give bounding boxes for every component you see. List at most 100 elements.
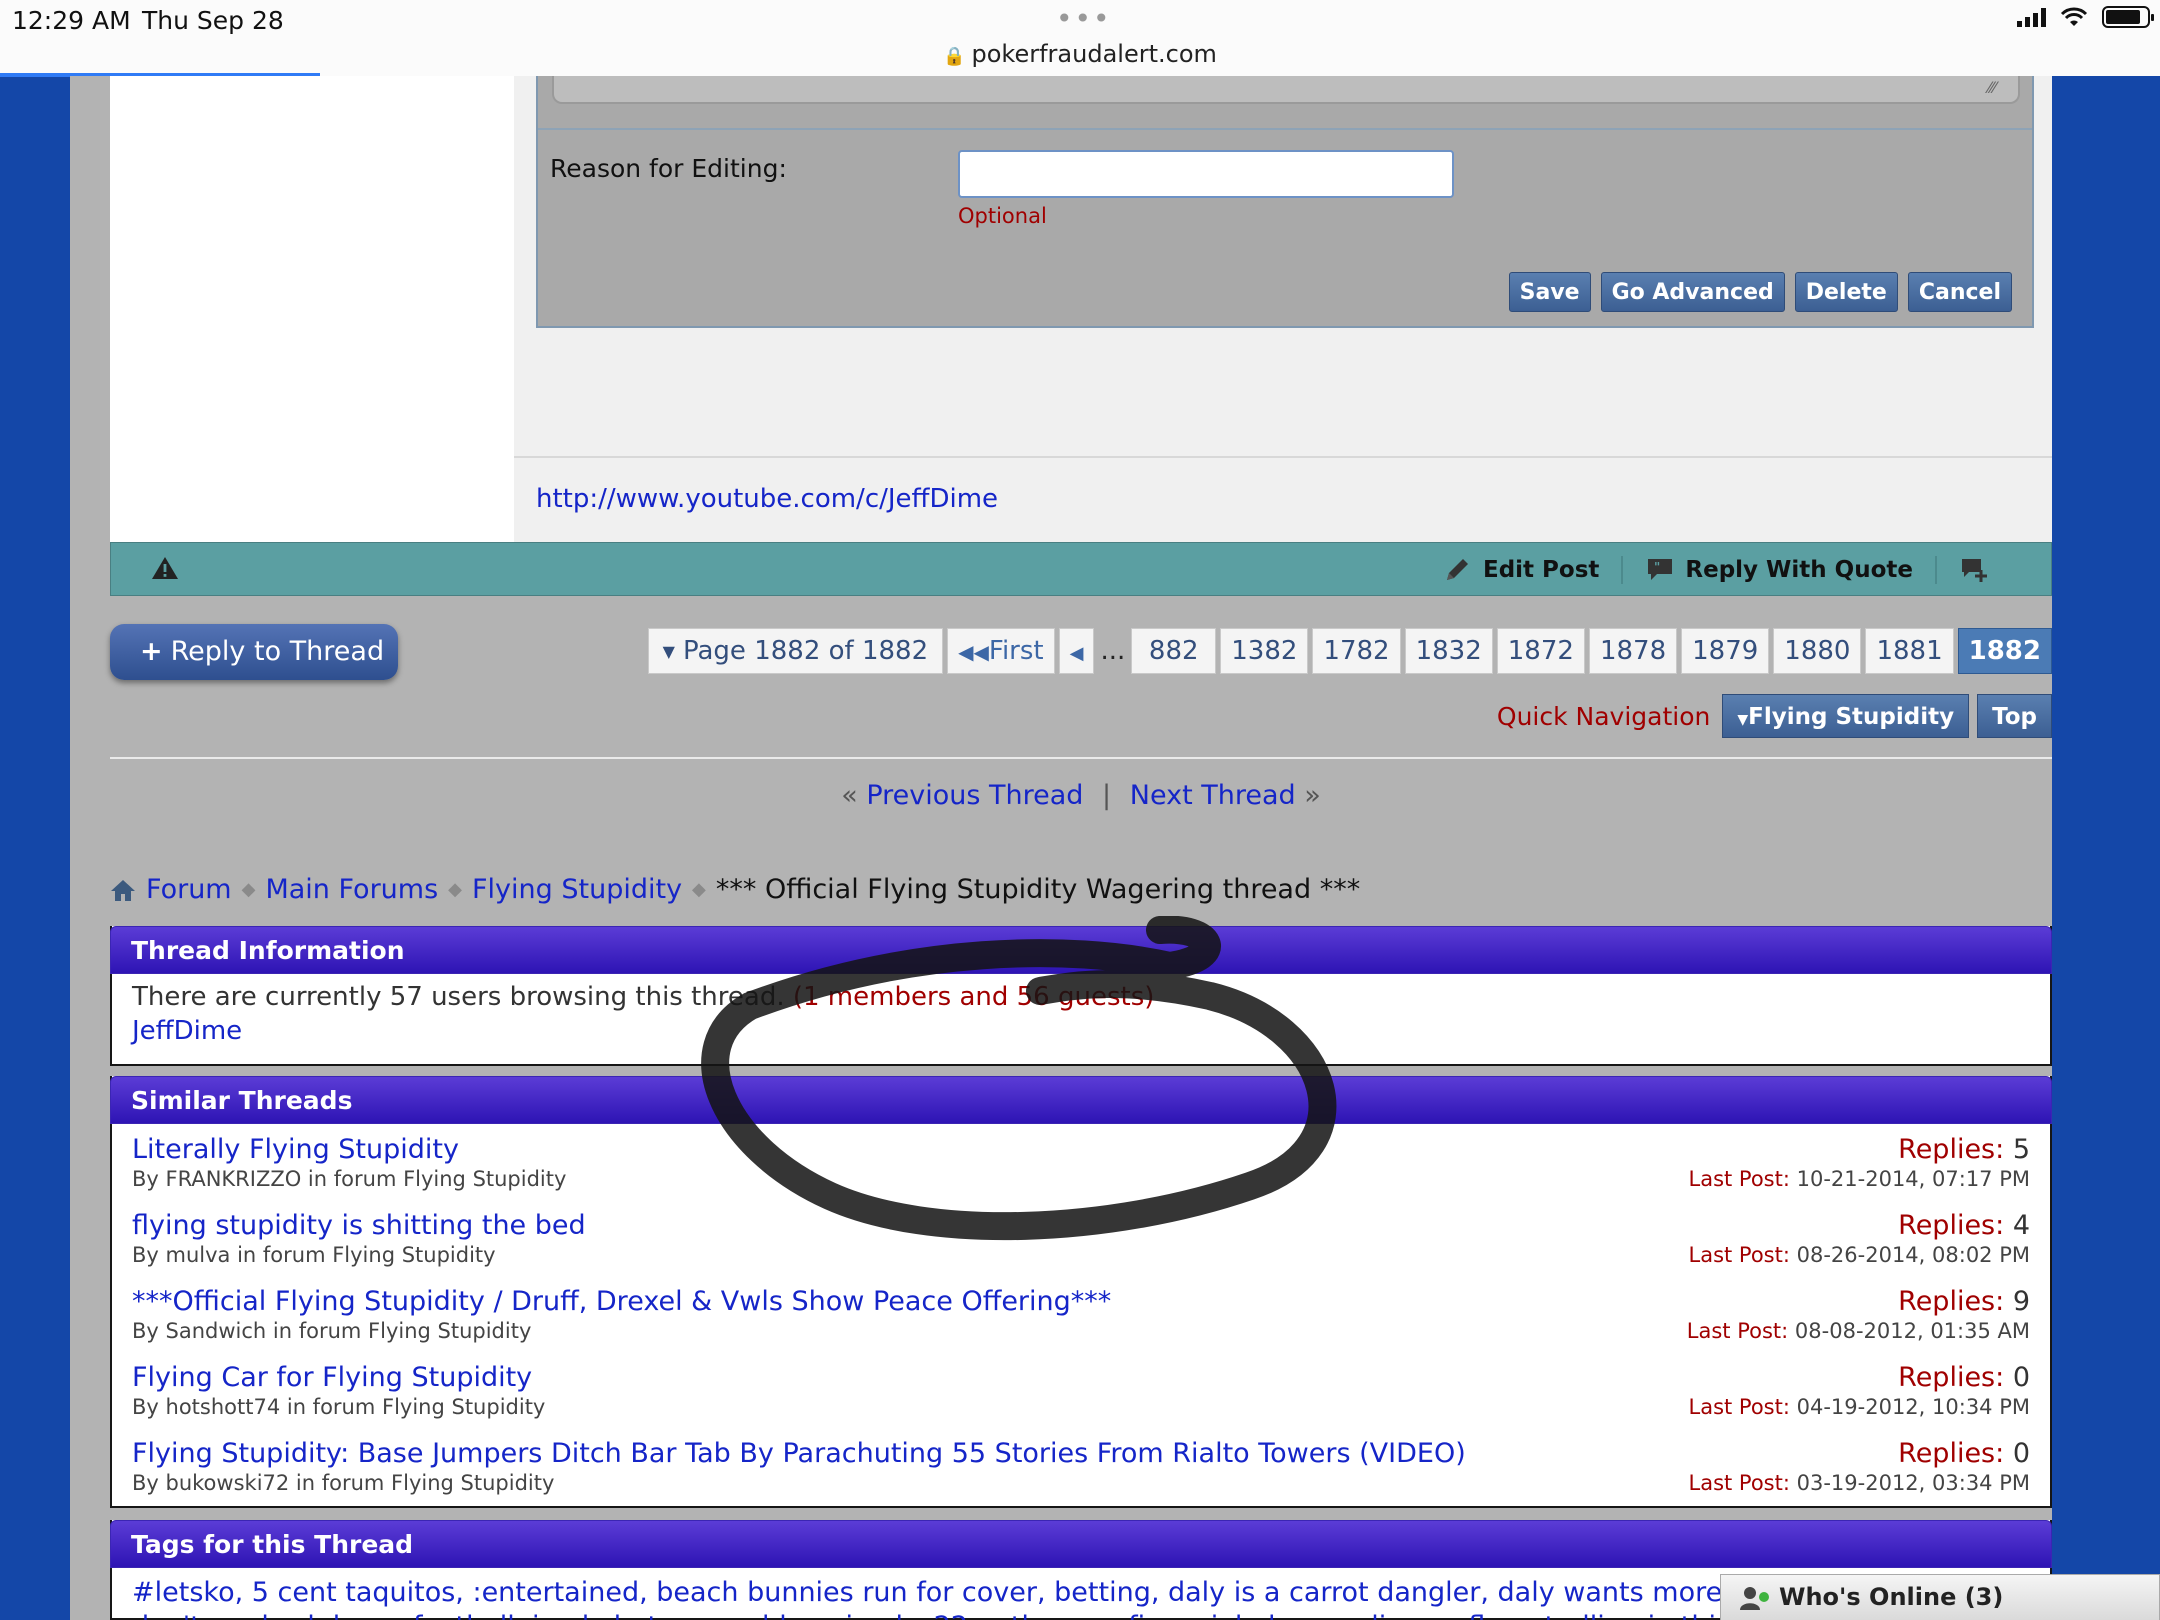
breadcrumb-separator-icon: ◆ xyxy=(448,879,463,900)
online-member-link[interactable]: JeffDime xyxy=(112,1012,2050,1046)
page-jump-dropdown[interactable]: ▼ Page 1882 of 1882 xyxy=(647,628,944,674)
status-bar: 12:29 AM Thu Sep 28 ••• 🔒 pokerfraudalert… xyxy=(0,0,2160,77)
replies-value: 0 xyxy=(2012,1362,2030,1393)
status-date: Thu Sep 28 xyxy=(142,6,284,35)
next-thread-link[interactable]: Next Thread xyxy=(1130,780,1296,811)
page-count-label: Page 1882 of 1882 xyxy=(682,636,929,666)
last-post-label: Last Post: xyxy=(1688,1395,1790,1419)
page-link[interactable]: 1872 xyxy=(1496,628,1585,674)
page-link[interactable]: 1382 xyxy=(1220,628,1309,674)
similar-thread-row: ***Official Flying Stupidity / Druff, Dr… xyxy=(112,1276,2050,1352)
report-warning-icon[interactable] xyxy=(151,555,179,581)
go-advanced-button[interactable]: Go Advanced xyxy=(1600,272,1785,312)
last-post-value: 03-19-2012, 03:34 PM xyxy=(1796,1471,2030,1495)
reply-with-quote-button[interactable]: " Reply With Quote xyxy=(1621,556,1935,584)
top-button[interactable]: Top xyxy=(1977,694,2052,738)
browsing-info: There are currently 57 users browsing th… xyxy=(112,974,2050,1012)
breadcrumb-current-thread: *** Official Flying Stupidity Wagering t… xyxy=(715,874,1361,905)
battery-icon xyxy=(2102,6,2154,28)
previous-page-button[interactable]: ◀ xyxy=(1058,628,1095,674)
previous-thread-link[interactable]: Previous Thread xyxy=(866,780,1083,811)
quick-navigation-label: Quick Navigation xyxy=(1496,701,1711,731)
thread-information-block: Thread Information There are currently 5… xyxy=(110,926,2052,1066)
post-actions: Edit Post " Reply With Quote xyxy=(1421,543,2011,597)
page-link[interactable]: 1782 xyxy=(1312,628,1401,674)
reply-to-thread-button[interactable]: + Reply to Thread xyxy=(110,624,398,680)
replies-value: 5 xyxy=(2012,1134,2030,1165)
last-post: Last Post: 04-19-2012, 10:34 PM xyxy=(1689,1395,2031,1419)
similar-threads-block: Similar Threads Literally Flying Stupidi… xyxy=(110,1076,2052,1508)
page-link[interactable]: 1879 xyxy=(1681,628,1770,674)
current-page: 1882 xyxy=(1957,628,2052,674)
last-post-value: 10-21-2014, 07:17 PM xyxy=(1796,1167,2030,1191)
thread-information-heading: Thread Information xyxy=(110,926,2052,974)
status-icons xyxy=(2017,6,2154,28)
similar-threads-heading: Similar Threads xyxy=(110,1076,2052,1124)
replies-label: Replies: xyxy=(1898,1438,2005,1469)
replies-label: Replies: xyxy=(1898,1286,2005,1317)
last-post-label: Last Post: xyxy=(1688,1471,1790,1495)
thread-nav-separator: | xyxy=(1102,780,1112,811)
url-text: pokerfraudalert.com xyxy=(971,40,1217,68)
svg-text:": " xyxy=(1654,560,1660,574)
breadcrumb-main-forums[interactable]: Main Forums xyxy=(265,874,438,905)
wifi-icon xyxy=(2060,7,2088,26)
edit-post-button[interactable]: Edit Post xyxy=(1421,556,1621,584)
browsing-breakdown: (1 members and 56 guests) xyxy=(792,982,1155,1012)
first-page-label: First xyxy=(988,636,1044,666)
replies-label: Replies: xyxy=(1898,1362,2005,1393)
breadcrumb-separator-icon: ◆ xyxy=(241,879,256,900)
last-post: Last Post: 10-21-2014, 07:17 PM xyxy=(1689,1167,2031,1191)
page-link[interactable]: 1878 xyxy=(1588,628,1678,674)
replies-label: Replies: xyxy=(1898,1134,2005,1165)
page-link[interactable]: 1881 xyxy=(1865,628,1954,674)
thread-navigation: « Previous Thread | Next Thread » xyxy=(70,780,2092,811)
post-footer-bar: Edit Post " Reply With Quote xyxy=(110,542,2052,596)
replies-count: Replies: 5 xyxy=(1689,1134,2030,1165)
caret-down-icon: ▼ xyxy=(662,641,675,661)
edit-buttons: Save Go Advanced Delete Cancel xyxy=(1508,272,2012,312)
next-arrow: » xyxy=(1304,780,1321,811)
last-post-label: Last Post: xyxy=(1686,1319,1789,1343)
address-bar[interactable]: 🔒 pokerfraudalert.com xyxy=(0,40,2160,68)
reason-input[interactable] xyxy=(958,150,1454,198)
page-link[interactable]: 1880 xyxy=(1773,628,1862,674)
prev-arrow: « xyxy=(841,780,858,811)
replies-label: Replies: xyxy=(1898,1210,2005,1241)
breadcrumb-forum[interactable]: Forum xyxy=(146,874,232,905)
signature-divider xyxy=(514,456,2052,458)
reason-label: Reason for Editing: xyxy=(550,154,787,183)
breadcrumb-separator-icon: ◆ xyxy=(692,879,706,900)
similar-thread-row: Flying Stupidity: Base Jumpers Ditch Bar… xyxy=(112,1428,2050,1504)
multitask-dots-icon[interactable]: ••• xyxy=(1056,2,1112,35)
pencil-icon xyxy=(1446,559,1468,580)
cancel-button[interactable]: Cancel xyxy=(1907,272,2012,312)
replies-count: Replies: 0 xyxy=(1689,1362,2030,1393)
forum-jump-dropdown[interactable]: ▼Flying Stupidity xyxy=(1722,694,1970,738)
whos-online-widget[interactable]: Who's Online (3) xyxy=(1720,1574,2160,1620)
similar-thread-stats: Replies: 0 Last Post: 03-19-2012, 03:34 … xyxy=(1689,1438,2031,1495)
chevron-left-icon: ◀ xyxy=(1069,643,1084,664)
replies-value: 9 xyxy=(2012,1286,2030,1317)
double-chevron-left-icon: ◀◀ xyxy=(958,640,989,664)
similar-thread-stats: Replies: 4 Last Post: 08-26-2014, 08:02 … xyxy=(1689,1210,2031,1267)
home-icon[interactable] xyxy=(110,878,136,902)
whos-online-label: Who's Online (3) xyxy=(1779,1583,2004,1611)
breadcrumb: Forum ◆ Main Forums ◆ Flying Stupidity ◆… xyxy=(110,874,1360,905)
save-button[interactable]: Save xyxy=(1508,272,1591,312)
page-link[interactable]: 882 xyxy=(1131,628,1217,674)
first-page-button[interactable]: ◀◀First xyxy=(947,628,1055,674)
signature-link[interactable]: http://www.youtube.com/c/JeffDime xyxy=(536,484,998,514)
post: ⁄⁄⁄ Reason for Editing: Optional Save Go… xyxy=(110,76,2052,596)
resize-grip-icon[interactable]: ⁄⁄⁄ xyxy=(1988,78,1996,97)
delete-button[interactable]: Delete xyxy=(1794,272,1898,312)
multi-quote-button[interactable] xyxy=(1935,556,2011,584)
similar-thread-stats: Replies: 9 Last Post: 08-08-2012, 01:35 … xyxy=(1687,1286,2030,1343)
replies-value: 0 xyxy=(2012,1438,2030,1469)
replies-count: Replies: 9 xyxy=(1687,1286,2030,1317)
edit-textarea[interactable]: ⁄⁄⁄ xyxy=(552,76,2020,104)
breadcrumb-flying-stupidity[interactable]: Flying Stupidity xyxy=(472,874,682,905)
quick-edit-box: ⁄⁄⁄ Reason for Editing: Optional Save Go… xyxy=(536,76,2034,328)
page-link[interactable]: 1832 xyxy=(1404,628,1493,674)
divider xyxy=(110,757,2052,759)
